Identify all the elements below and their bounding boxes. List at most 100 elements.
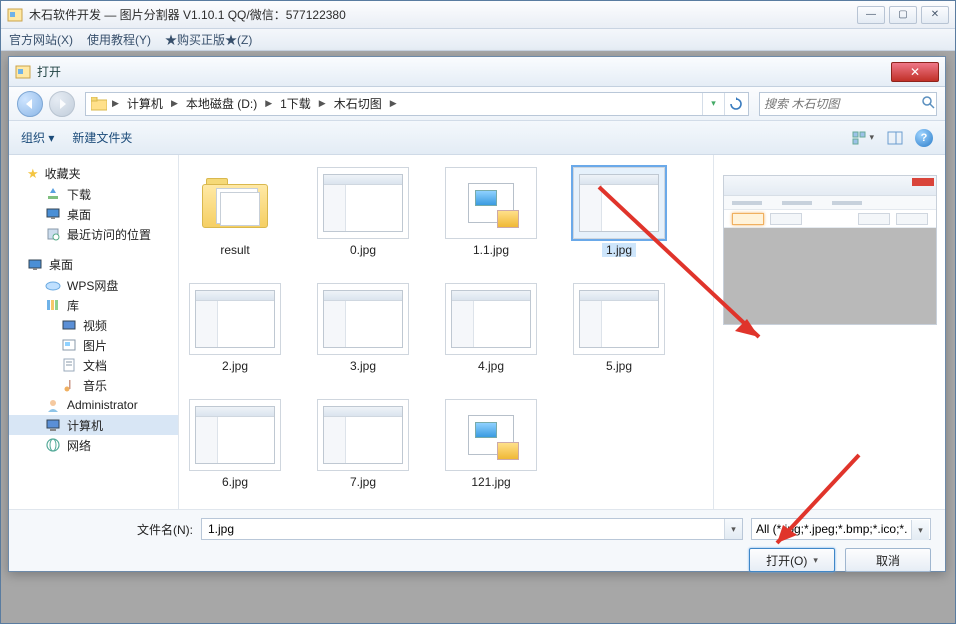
nav-item-computer[interactable]: 计算机 bbox=[9, 415, 178, 435]
file-item[interactable]: result bbox=[189, 167, 281, 257]
nav-item-wps[interactable]: WPS网盘 bbox=[9, 275, 178, 295]
nav-item-label: 视频 bbox=[83, 317, 107, 334]
dialog-bottom: 文件名(N): ▾ All (*.jpg;*.jpeg;*.bmp;*.ico;… bbox=[9, 509, 945, 571]
toolbar-organize[interactable]: 组织 ▾ bbox=[21, 129, 54, 146]
file-item[interactable]: 5.jpg bbox=[573, 283, 665, 373]
preview-sub bbox=[724, 196, 936, 210]
nav-item-recent[interactable]: 最近访问的位置 bbox=[9, 224, 178, 244]
file-pane[interactable]: result 0.jpg 1.1.jpg 1.jpg 2.jpg 3.jpg 4.jpg 5.… bbox=[179, 155, 713, 509]
search-icon[interactable] bbox=[921, 95, 935, 112]
filetype-dropdown-icon: ▾ bbox=[911, 520, 929, 540]
filename-input[interactable] bbox=[201, 518, 743, 540]
filetype-label: All (*.jpg;*.jpeg;*.bmp;*.ico;*. bbox=[756, 522, 907, 536]
chevron-right-icon[interactable]: ▶ bbox=[110, 98, 121, 109]
filename-dropdown[interactable]: ▾ bbox=[724, 519, 742, 539]
file-item[interactable]: 4.jpg bbox=[445, 283, 537, 373]
dialog-titlebar[interactable]: 打开 ✕ bbox=[9, 57, 945, 87]
desktop-icon bbox=[27, 257, 43, 273]
chevron-right-icon[interactable]: ▶ bbox=[317, 98, 328, 109]
maximize-button[interactable]: ▢ bbox=[889, 6, 917, 24]
breadcrumb-drive[interactable]: 本地磁盘 (D:) bbox=[180, 93, 263, 115]
dialog-close-button[interactable]: ✕ bbox=[891, 62, 939, 82]
cancel-button[interactable]: 取消 bbox=[845, 548, 931, 572]
nav-item-music[interactable]: 音乐 bbox=[9, 375, 178, 395]
file-item[interactable]: 2.jpg bbox=[189, 283, 281, 373]
chevron-right-icon[interactable]: ▶ bbox=[388, 98, 399, 109]
app-titlebar[interactable]: 木石软件开发 — 图片分割器 V1.10.1 QQ/微信：577122380 —… bbox=[1, 1, 955, 29]
nav-item-label: 网络 bbox=[67, 437, 91, 454]
nav-item-label: 最近访问的位置 bbox=[67, 226, 151, 243]
search-box[interactable] bbox=[759, 92, 937, 116]
dialog-body: ★收藏夹 下载 桌面 最近访问的位置 桌面 WPS网盘 库 视频 图片 文档 音… bbox=[9, 155, 945, 509]
file-name: 6.jpg bbox=[218, 475, 252, 489]
nav-item-network[interactable]: 网络 bbox=[9, 435, 178, 455]
breadcrumb-dropdown[interactable]: ▾ bbox=[702, 93, 724, 115]
menu-item-tutorial[interactable]: 使用教程(Y) bbox=[87, 31, 151, 48]
file-thumb bbox=[189, 283, 281, 355]
nav-item-desktop[interactable]: 桌面 bbox=[9, 204, 178, 224]
nav-item-pictures[interactable]: 图片 bbox=[9, 335, 178, 355]
breadcrumb-bar[interactable]: ▶ 计算机 ▶ 本地磁盘 (D:) ▶ 1下载 ▶ 木石切图 ▶ ▾ bbox=[85, 92, 749, 116]
nav-item-documents[interactable]: 文档 bbox=[9, 355, 178, 375]
window-buttons: — ▢ ✕ bbox=[857, 6, 949, 24]
breadcrumb-computer[interactable]: 计算机 bbox=[121, 93, 169, 115]
file-name: 1.1.jpg bbox=[469, 243, 513, 257]
file-name: 7.jpg bbox=[346, 475, 380, 489]
minimize-button[interactable]: — bbox=[857, 6, 885, 24]
nav-item-user[interactable]: Administrator bbox=[9, 395, 178, 415]
file-name: result bbox=[216, 243, 253, 257]
video-icon bbox=[61, 317, 77, 333]
view-options-button[interactable]: ▾ bbox=[851, 127, 875, 149]
network-icon bbox=[45, 437, 61, 453]
file-item[interactable]: 1.jpg bbox=[573, 167, 665, 257]
file-item[interactable]: 7.jpg bbox=[317, 399, 409, 489]
close-button[interactable]: ✕ bbox=[921, 6, 949, 24]
nav-back-button[interactable] bbox=[17, 91, 43, 117]
navgroup-desktop[interactable]: 桌面 bbox=[9, 254, 178, 275]
file-thumb bbox=[573, 283, 665, 355]
open-button[interactable]: 打开(O)▾ bbox=[749, 548, 835, 572]
nav-item-label: 音乐 bbox=[83, 377, 107, 394]
preview-pane bbox=[713, 155, 945, 509]
dialog-toolbar: 组织 ▾ 新建文件夹 ▾ ? bbox=[9, 121, 945, 155]
preview-pane-button[interactable] bbox=[883, 127, 907, 149]
desktop-icon bbox=[45, 206, 61, 222]
nav-label: 收藏夹 bbox=[45, 165, 81, 182]
close-icon: ✕ bbox=[910, 65, 920, 79]
toolbar-newfolder[interactable]: 新建文件夹 bbox=[72, 129, 132, 146]
library-icon bbox=[45, 297, 61, 313]
dialog-title: 打开 bbox=[37, 63, 871, 80]
chevron-right-icon[interactable]: ▶ bbox=[169, 98, 180, 109]
chevron-right-icon[interactable]: ▶ bbox=[263, 98, 274, 109]
nav-item-videos[interactable]: 视频 bbox=[9, 315, 178, 335]
breadcrumb-folder2[interactable]: 木石切图 bbox=[328, 93, 388, 115]
nav-item-libraries[interactable]: 库 bbox=[9, 295, 178, 315]
nav-item-downloads[interactable]: 下载 bbox=[9, 184, 178, 204]
nav-forward-button[interactable] bbox=[49, 91, 75, 117]
file-name: 4.jpg bbox=[474, 359, 508, 373]
preview-btnrow bbox=[724, 210, 936, 228]
file-thumb bbox=[317, 167, 409, 239]
file-item[interactable]: 121.jpg bbox=[445, 399, 537, 489]
nav-label: 桌面 bbox=[49, 256, 73, 273]
menu-item-buy[interactable]: ★购买正版★(Z) bbox=[165, 31, 252, 48]
help-icon[interactable]: ? bbox=[915, 129, 933, 147]
file-item[interactable]: 3.jpg bbox=[317, 283, 409, 373]
breadcrumb-folder1[interactable]: 1下载 bbox=[274, 93, 317, 115]
navgroup-favorites[interactable]: ★收藏夹 bbox=[9, 163, 178, 184]
file-item[interactable]: 0.jpg bbox=[317, 167, 409, 257]
file-name: 0.jpg bbox=[346, 243, 380, 257]
preview-close-deco bbox=[912, 178, 934, 186]
search-input[interactable] bbox=[764, 97, 921, 111]
file-thumb bbox=[189, 167, 281, 239]
dialog-icon bbox=[15, 64, 31, 80]
file-item[interactable]: 6.jpg bbox=[189, 399, 281, 489]
menu-item-website[interactable]: 官方网站(X) bbox=[9, 31, 73, 48]
cloud-icon bbox=[45, 277, 61, 293]
nav-pane: ★收藏夹 下载 桌面 最近访问的位置 桌面 WPS网盘 库 视频 图片 文档 音… bbox=[9, 155, 179, 509]
nav-item-label: 库 bbox=[67, 297, 79, 314]
app-title: 木石软件开发 — 图片分割器 V1.10.1 QQ/微信：577122380 bbox=[29, 6, 857, 23]
refresh-button[interactable] bbox=[724, 93, 746, 115]
filetype-select[interactable]: All (*.jpg;*.jpeg;*.bmp;*.ico;*. ▾ bbox=[751, 518, 931, 540]
file-item[interactable]: 1.1.jpg bbox=[445, 167, 537, 257]
